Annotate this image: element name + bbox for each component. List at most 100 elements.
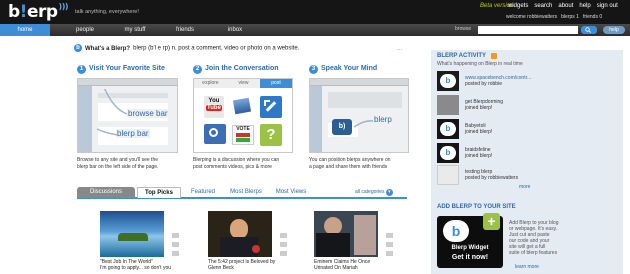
tab-explore[interactable]: explore <box>194 79 227 88</box>
logo-rest: erp <box>26 2 58 22</box>
step-3-number: 3 <box>309 65 318 74</box>
nav-people[interactable]: people <box>60 24 110 36</box>
search-input[interactable] <box>478 26 578 34</box>
thumb-side-icon[interactable] <box>386 242 393 247</box>
thumb-side-icon[interactable] <box>280 242 287 247</box>
activity-avatar[interactable]: b <box>437 71 459 91</box>
search-icon <box>585 27 592 33</box>
browse-bar-label: browse bar <box>127 109 169 118</box>
tab-view[interactable]: view <box>227 79 260 88</box>
youtube-icon: You Tube <box>204 96 224 118</box>
search-button[interactable] <box>581 26 597 34</box>
thumb-side-icon[interactable] <box>172 242 179 247</box>
activity-item: testing blerp posted by robbiewatters <box>465 169 518 181</box>
logo-ex: ! <box>19 2 28 22</box>
thumbnail-eminem[interactable] <box>314 211 378 257</box>
tab-discussions[interactable]: Discussions <box>77 187 135 198</box>
step-1-description: Browse to any site and you'll see the ble… <box>77 157 183 171</box>
welcome-text: welcome robbiewatters <box>506 14 558 20</box>
activity-avatar[interactable] <box>437 165 459 185</box>
activity-title: BLERP ACTIVITY <box>437 53 487 59</box>
activity-meta: posted by robbiewatters <box>465 175 519 181</box>
blerps-count[interactable]: blerps 1 <box>561 14 579 20</box>
step-3-desc-line: a page and share them with friends <box>309 164 388 170</box>
tab-most-blerps[interactable]: Most Blerps <box>225 187 267 198</box>
thumb-side-icon[interactable] <box>280 251 287 256</box>
blerp-b-icon: b <box>443 220 469 242</box>
activity-item: braidsfeline joined blerp! <box>465 147 492 159</box>
step-2-title: Join the Conversation <box>205 65 279 72</box>
activity-subtitle: What's happening on Blerp in real time <box>437 61 523 67</box>
step-3-description: You can position blerps anywhere on a pag… <box>309 157 419 171</box>
caption-3: Eminem Claims He Once Urinated On Mariah <box>314 259 399 271</box>
more-dots[interactable]: ... <box>397 46 402 52</box>
nav-friends[interactable]: friends <box>160 24 210 36</box>
about-link[interactable]: about <box>558 3 573 9</box>
thumbnail-glenn-beck[interactable] <box>208 211 272 257</box>
signout-link[interactable]: sign out <box>597 3 618 9</box>
image-icon <box>232 97 254 117</box>
caption-2: The 5:42 project is Beloved by Glenn Beck <box>208 259 293 271</box>
all-categories-dropdown[interactable]: all categories ▾ <box>355 189 393 196</box>
browser-bar-graphic <box>310 79 408 86</box>
activity-avatar[interactable]: b <box>437 119 459 139</box>
blerp-bar-graphic <box>310 86 322 152</box>
activity-avatar[interactable] <box>437 95 459 115</box>
thumb-side-icon[interactable] <box>172 233 179 238</box>
content-tabs: Discussions Top Picks Featured Most Bler… <box>77 187 407 199</box>
whatis-title: What's a Blerp? <box>85 45 131 52</box>
step-1-desc-line: blerp bar on the left side of the page. <box>77 164 159 170</box>
thumbnail-best-job[interactable] <box>100 211 164 257</box>
top-bar: b!erp))) talk anything, everywhere! Beta… <box>0 0 630 24</box>
step-2-desc-line: post comments videos, pics & more <box>193 164 272 170</box>
tab-top-picks[interactable]: Top Picks <box>137 187 181 198</box>
rss-icon[interactable] <box>491 53 497 59</box>
nav-mystuff[interactable]: my stuff <box>110 24 160 36</box>
thumb-side-icon[interactable] <box>172 251 179 256</box>
thumb-side-icon[interactable] <box>386 251 393 256</box>
widgets-link[interactable]: widgets <box>508 3 528 9</box>
blerp-logo[interactable]: b!erp))) <box>8 2 69 22</box>
activity-avatar[interactable]: b <box>437 143 459 163</box>
help-link[interactable]: help <box>579 3 590 9</box>
logo-b: b <box>8 2 20 22</box>
activity-meta: joined blerp! <box>465 153 493 159</box>
nav-inbox[interactable]: inbox <box>210 24 260 36</box>
top-links: widgets search about help sign out <box>508 3 624 9</box>
caption-1: "Best Job In The World" I'm going to appl… <box>100 259 190 271</box>
all-categories-label: all categories <box>355 189 385 195</box>
page-block <box>328 92 402 108</box>
step-3-desc-line: You can position blerps anywhere on <box>309 157 391 163</box>
caption-sub: I'm going to apply... so don't you <box>100 265 172 271</box>
tab-most-views[interactable]: Most Views <box>271 187 311 198</box>
logo-waves: ))) <box>58 2 69 11</box>
search-photo-icon <box>204 124 226 144</box>
more-link[interactable]: more <box>519 184 530 190</box>
help-button[interactable]: help <box>603 26 625 34</box>
get-it-now-button[interactable]: Get it now! <box>437 254 503 261</box>
search-link[interactable]: search <box>534 3 552 9</box>
activity-item: Babyetoli joined blerp! <box>465 123 492 135</box>
tab-featured[interactable]: Featured <box>185 187 221 198</box>
learn-more-link[interactable]: learn more <box>515 264 539 270</box>
widget-description: Add Blerp to your blog or webpage. It's … <box>509 220 558 256</box>
step-2-illustration: explore view post You Tube VOTE ? <box>193 78 293 153</box>
step-3-heading: 3 Speak Your Mind <box>309 65 377 74</box>
vote-icon: VOTE <box>232 125 254 145</box>
nav-home[interactable]: home <box>0 24 50 36</box>
step-2-number: 2 <box>193 65 202 74</box>
thumb-side-icon[interactable] <box>386 233 393 238</box>
browser-bar-graphic <box>78 79 177 86</box>
tab-post[interactable]: post <box>260 79 292 88</box>
caption-sub: Urinated On Mariah <box>314 265 358 271</box>
thumb-side-icon[interactable] <box>280 233 287 238</box>
chevron-down-icon: ▾ <box>385 189 393 196</box>
blerp-widget-badge[interactable]: b + Blerp Widget Get it now! <box>437 213 503 268</box>
welcome-line: welcome robbiewatters blerps 1 friends 0 <box>506 14 606 20</box>
friends-count[interactable]: friends 0 <box>583 14 602 20</box>
whatis-text: blerp (b'l e rp) n. post a comment, vide… <box>133 45 300 52</box>
blerp-b-icon: b <box>440 122 456 136</box>
blerp-b-icon: b <box>440 74 456 88</box>
blerp-b-icon: b <box>440 146 456 160</box>
activity-item: get Blerpdorming joined blerp! <box>465 99 503 111</box>
